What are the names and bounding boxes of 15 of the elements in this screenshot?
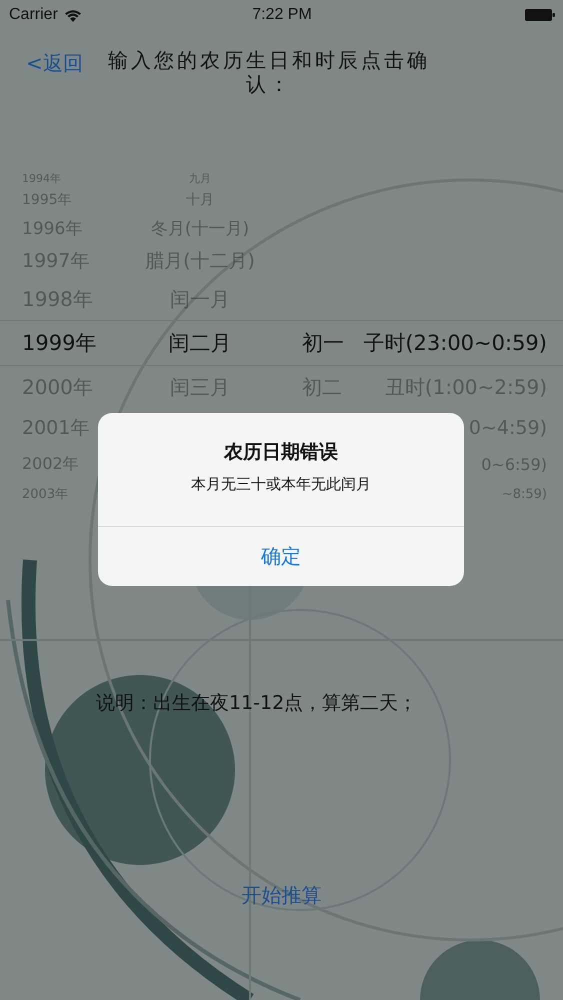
carrier-name: Carrier bbox=[9, 6, 58, 24]
page-title: 输入您的农历生日和时辰点击确认： bbox=[107, 48, 431, 96]
alert-title: 农历日期错误 bbox=[224, 440, 338, 465]
picker-hour[interactable]: 子时(23:00~0:59) bbox=[363, 331, 547, 355]
confirm-button[interactable]: 确定 bbox=[98, 526, 464, 586]
wifi-icon bbox=[64, 8, 82, 22]
status-time: 7:22 PM bbox=[252, 6, 312, 24]
back-link[interactable]: <返回 bbox=[26, 50, 98, 77]
alert-message: 本月无三十或本年无此闰月 bbox=[191, 475, 371, 494]
picker-month[interactable]: 闰二月 bbox=[168, 331, 232, 355]
picker-day[interactable]: 初一 bbox=[302, 331, 344, 355]
picker-year[interactable]: 1999年 bbox=[22, 329, 102, 357]
note-text: 说明：出生在夜11-12点，算第二天； bbox=[96, 691, 418, 716]
start-link[interactable]: 开始推算 bbox=[242, 882, 322, 909]
battery-icon bbox=[525, 9, 555, 21]
